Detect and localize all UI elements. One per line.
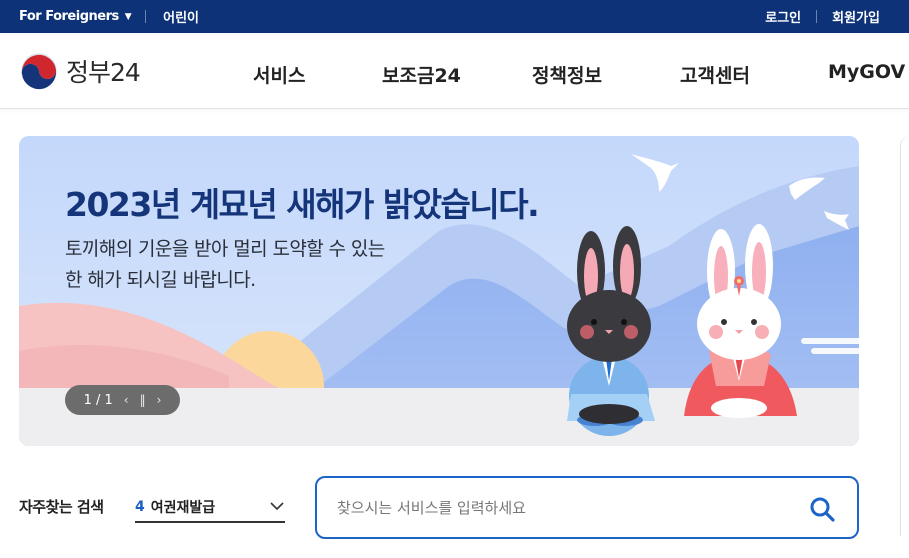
for-foreigners-label: For Foreigners [19, 9, 119, 24]
banner-title: 2023년 계묘년 새해가 밝았습니다. [65, 185, 540, 224]
taegeuk-logo-icon [19, 51, 59, 91]
signup-link[interactable]: 회원가입 [832, 7, 880, 26]
keyword-rank: 4 [135, 498, 145, 515]
frequent-keyword-dropdown[interactable]: 4 여권재발급 [135, 492, 285, 523]
utility-right: 로그인 회원가입 [765, 0, 880, 33]
banner-subtitle-line2: 한 해가 되시길 바랍니다. [65, 269, 256, 291]
keyword-text: 여권재발급 [150, 499, 216, 516]
kids-link[interactable]: 어린이 [163, 7, 199, 26]
utility-bar: For Foreigners ▼ 어린이 로그인 회원가입 [0, 0, 909, 33]
divider [145, 10, 147, 23]
nav-item-mygov[interactable]: MyGOV [828, 61, 905, 83]
side-panel-edge [900, 136, 909, 536]
utility-left: For Foreigners ▼ 어린이 [19, 0, 199, 33]
main-header: 정부24 서비스 보조금24 정책정보 고객센터 MyGOV [0, 33, 909, 109]
chevron-left-icon[interactable]: ‹ [124, 393, 129, 407]
divider [816, 10, 818, 23]
login-link[interactable]: 로그인 [765, 7, 801, 26]
banner-subtitle: 토끼해의 기운을 받아 멀리 도약할 수 있는 한 해가 되시길 바랍니다. [65, 234, 385, 296]
search-input[interactable] [337, 496, 787, 520]
nav-item-customer-center[interactable]: 고객센터 [680, 61, 750, 88]
logo-text: 정부24 [66, 58, 141, 87]
frequent-search-label: 자주찾는 검색 [19, 498, 104, 516]
nav-item-subsidy24[interactable]: 보조금24 [382, 61, 461, 88]
caret-down-icon: ▼ [124, 11, 132, 22]
banner-pager: 1 / 1 ‹ ‖ › [65, 385, 180, 415]
pager-count: 1 / 1 [83, 392, 113, 408]
banner-subtitle-line1: 토끼해의 기운을 받아 멀리 도약할 수 있는 [65, 238, 385, 260]
chevron-right-icon[interactable]: › [157, 393, 162, 407]
pause-icon[interactable]: ‖ [140, 393, 146, 407]
site-logo[interactable]: 정부24 [18, 50, 141, 92]
hero-banner[interactable]: 2023년 계묘년 새해가 밝았습니다. 토끼해의 기운을 받아 멀리 도약할 … [19, 136, 859, 446]
nav-item-policy-info[interactable]: 정책정보 [532, 61, 602, 88]
service-search-box [315, 476, 859, 539]
for-foreigners-menu[interactable]: For Foreigners ▼ [19, 9, 132, 24]
search-icon[interactable] [809, 496, 835, 522]
nav-item-services[interactable]: 서비스 [253, 61, 305, 88]
chevron-down-icon [270, 502, 284, 511]
